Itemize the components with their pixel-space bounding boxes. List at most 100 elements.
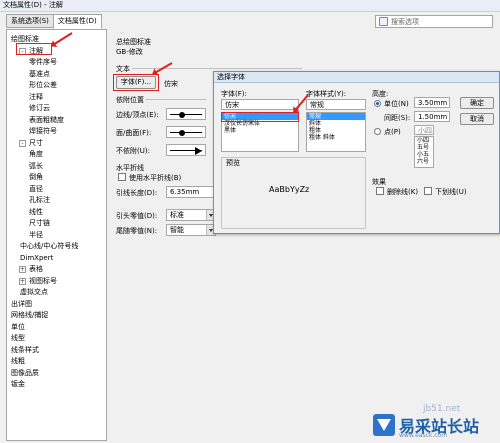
tree-item-label: 线粗	[11, 357, 25, 365]
tree-item-label: 尺寸	[29, 138, 43, 147]
tree-item-label: 图像品质	[11, 368, 39, 377]
tree-item-label: 表面粗糙度	[29, 115, 64, 124]
style-list-item[interactable]: 斜体	[307, 120, 365, 127]
tree-item-label: 网格线/捕捉	[11, 311, 49, 319]
search-placeholder: 搜索选项	[391, 17, 419, 26]
unit-label: 单位(N)	[384, 100, 409, 108]
tree-item-label: 出详图	[11, 299, 32, 308]
search-icon	[379, 17, 388, 26]
edge-leader-style[interactable]	[166, 108, 206, 120]
tree-item-label: 钣金	[11, 380, 25, 388]
strikeout-label: 删除线(K)	[387, 188, 419, 196]
point-input[interactable]: 小四	[414, 125, 434, 135]
tree-item-label: 半径	[29, 230, 43, 239]
cancel-button[interactable]: 取消	[460, 113, 494, 125]
point-list-item[interactable]: 小五	[415, 151, 433, 158]
point-list-item[interactable]: 五号	[415, 144, 433, 151]
standard-value: GB-修改	[116, 48, 143, 56]
leader-section-label: 水平折线	[116, 164, 144, 172]
strikeout-checkbox[interactable]	[376, 187, 384, 195]
tree-item-label: 孔标注	[29, 196, 50, 204]
spacing-input[interactable]: 1.50mm	[414, 111, 450, 122]
tree-item-label: 尺寸链	[29, 219, 50, 227]
search-box[interactable]: 搜索选项	[375, 15, 493, 28]
tree-item-label: 直径	[29, 184, 43, 193]
trailing-zero-value: 智能	[170, 226, 184, 234]
font-button-highlight	[113, 74, 159, 91]
underline-label: 下划线(U)	[435, 188, 467, 196]
tree-item-label: 表格	[29, 265, 43, 273]
style-list-item[interactable]: 粗体	[307, 127, 365, 134]
tree-item-label: 倒角	[29, 173, 43, 181]
tree-item-label: 注释	[29, 92, 43, 101]
preview-label: 预览	[226, 159, 240, 167]
tab-strip: 系统选项(S) 文档属性(D)	[6, 14, 102, 29]
unattached-leader-style[interactable]	[166, 144, 206, 156]
point-list-item[interactable]: 小四	[415, 137, 433, 144]
font-dialog: 选择字体 字体(F): 仿宋 仿宋 汉仪长仿宋体 黑体 字体样式(Y): 常规 …	[213, 71, 500, 234]
font-dialog-title: 选择字体	[214, 72, 499, 83]
tree-item-label: 角度	[29, 150, 43, 158]
style-list-item[interactable]: 常规	[307, 113, 365, 120]
font-name-input[interactable]: 仿宋	[221, 99, 299, 110]
point-label: 点(P)	[384, 128, 401, 136]
edge-label: 边线/顶点(E):	[116, 111, 159, 119]
attach-divider	[146, 99, 206, 100]
face-leader-style[interactable]	[166, 126, 206, 138]
tree-item-label: 基准点	[29, 69, 50, 78]
tab-document-properties[interactable]: 文档属性(D)	[52, 14, 102, 29]
leader-zero-select[interactable]: 标准	[166, 209, 216, 221]
height-label: 高度:	[372, 90, 389, 98]
site-logo-icon	[373, 414, 395, 436]
leader-zero-label: 引头零值(D):	[116, 212, 158, 220]
ok-button[interactable]: 确定	[460, 97, 494, 109]
effects-label: 效果	[372, 178, 386, 186]
trailing-zero-select[interactable]: 智能	[166, 224, 216, 236]
tree-item-label: 线条样式	[11, 345, 39, 354]
font-style-list[interactable]: 常规 斜体 粗体 粗体 斜体	[306, 112, 366, 152]
tree-item-label: 线型	[11, 334, 25, 342]
face-label: 面/曲面(F):	[116, 129, 152, 137]
tree-item-label: 虚拟交点	[20, 288, 48, 296]
leader-length-input[interactable]: 6.35mm	[166, 186, 216, 198]
tree-item-label: DimXpert	[20, 253, 54, 262]
trailing-zero-label: 尾随零值(N):	[116, 227, 158, 235]
site-watermark: jb51.net 易采站长站 www.easck.com	[357, 404, 500, 443]
tree-item-label: 形位公差	[29, 81, 57, 89]
use-horizontal-checkbox[interactable]	[118, 173, 126, 181]
watermark-url: www.easck.com	[399, 432, 448, 439]
style-list-item[interactable]: 粗体 斜体	[307, 134, 365, 141]
font-list-item[interactable]: 黑体	[222, 127, 298, 134]
unattached-label: 不依附(U):	[116, 147, 150, 155]
tab-system-options[interactable]: 系统选项(S)	[6, 14, 54, 28]
spacing-label: 间距(S):	[384, 114, 411, 122]
point-list-item[interactable]: 六号	[415, 158, 433, 165]
window-title: 文档属性(D) - 注解	[0, 0, 500, 12]
tree-item-label: 中心线/中心符号线	[20, 242, 79, 250]
tree-item-label: 弧长	[29, 161, 43, 170]
tree-item-label: 单位	[11, 322, 25, 331]
font-value: 仿宋	[164, 80, 178, 88]
standard-label: 总绘图标准	[116, 38, 151, 46]
collapse-icon[interactable]: -	[19, 139, 26, 147]
tree-item-label: 线性	[29, 207, 43, 216]
expand-icon[interactable]: +	[19, 266, 26, 273]
font-name-label: 字体(F):	[221, 90, 247, 98]
point-list[interactable]: 小四 五号 小五 六号	[414, 136, 434, 168]
attach-section-label: 依附位置	[116, 96, 144, 104]
unit-input[interactable]: 3.50mm	[414, 97, 450, 108]
use-horizontal-label: 使用水平折线(B)	[129, 174, 182, 182]
expand-icon[interactable]: +	[19, 277, 26, 285]
tree-item-label: 焊接符号	[29, 127, 57, 135]
options-tree[interactable]: 绘图标准 - 注解 零件序号 基准点 形位公差 注释 修订云 表面粗糙度 焊接符号 - 尺寸 角度 弧长倒…	[6, 29, 107, 441]
unit-radio[interactable]	[374, 100, 381, 107]
point-radio[interactable]	[374, 128, 381, 135]
tree-item-label: 修订云	[29, 104, 50, 112]
font-style-input[interactable]: 常规	[306, 99, 366, 110]
tree-highlight-box	[16, 43, 52, 55]
underline-checkbox[interactable]	[424, 187, 432, 195]
tree-item-label: 视图标号	[29, 276, 57, 285]
font-list-highlight	[221, 112, 299, 122]
leader-length-label: 引线长度(D):	[116, 189, 158, 197]
tree-item-label: 零件序号	[29, 58, 57, 66]
